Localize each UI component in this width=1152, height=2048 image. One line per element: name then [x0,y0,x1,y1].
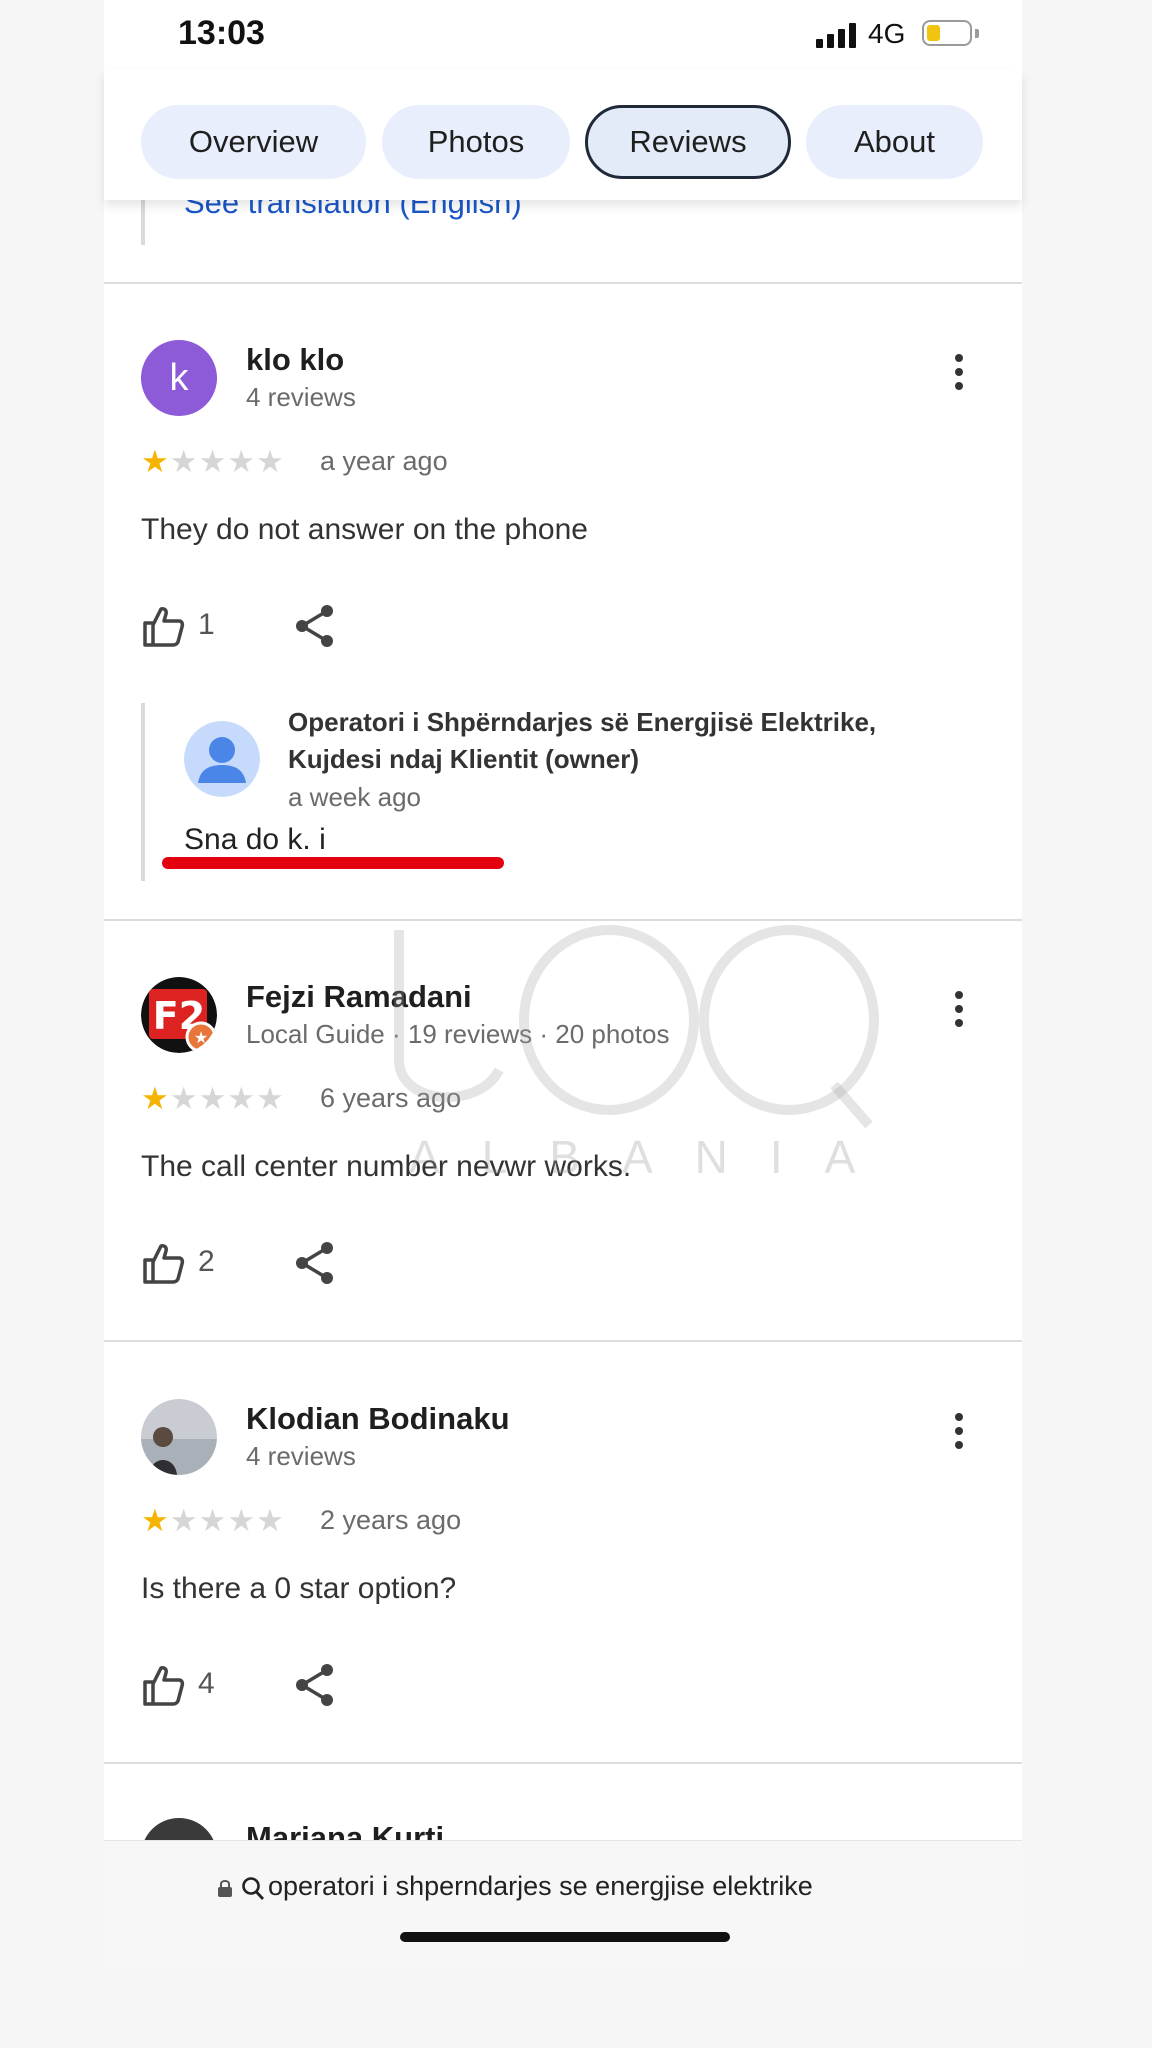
avatar[interactable] [141,1399,217,1475]
reviewer-meta: 4 reviews [246,382,356,412]
f2-logo-icon: F2 ★ [141,977,217,1053]
reviewer-name[interactable]: Fejzi Ramadani [246,979,472,1015]
thumbs-up-icon[interactable] [141,1663,185,1707]
tab-about[interactable]: About [806,105,983,179]
reviews-page: 13:03 4G Overview Photos Reviews About S… [104,0,1022,1961]
star-rating: ★★★★★ [141,1081,285,1116]
tab-photos[interactable]: Photos [382,105,570,179]
status-bar: 13:03 4G [104,0,1022,70]
more-options-icon[interactable] [944,1413,974,1463]
divider [104,1340,1022,1342]
tab-bar: Overview Photos Reviews About [104,70,1022,200]
owner-reply-age: a week ago [288,782,421,812]
owner-name-line-1: Operatori i Shpërndarjes së Energjisë El… [288,707,877,737]
review-age: a year ago [320,446,448,476]
share-icon[interactable] [294,604,336,648]
tab-reviews[interactable]: Reviews [585,105,791,179]
owner-name[interactable]: Operatori i Shpërndarjes së Energjisë El… [288,704,876,778]
battery-icon [922,20,972,46]
divider [104,919,1022,921]
owner-reply-text: Sna do k. i [184,823,326,856]
reply-quote-bar [141,703,145,881]
review-text: Is there a 0 star option? [141,1572,457,1605]
home-indicator[interactable] [400,1932,730,1942]
share-icon[interactable] [294,1241,336,1285]
more-options-icon[interactable] [944,991,974,1041]
star-rating: ★★★★★ [141,444,285,479]
browser-address-bar[interactable]: operatori i shperndarjes se energjise el… [104,1840,1022,1961]
tab-overview[interactable]: Overview [141,105,366,179]
star-rating: ★★★★★ [141,1503,285,1538]
owner-avatar[interactable] [184,721,260,797]
divider [104,1762,1022,1764]
network-type: 4G [868,18,906,49]
svg-text:★: ★ [194,1028,208,1047]
thumbs-up-icon[interactable] [141,1241,185,1285]
like-count: 2 [198,1245,215,1278]
review-age: 6 years ago [320,1083,462,1113]
profile-icon [184,721,260,797]
status-time: 13:03 [178,14,265,52]
divider [104,282,1022,284]
avatar[interactable]: k [141,340,217,416]
signal-strength-icon [816,22,860,48]
avatar[interactable]: F2 ★ [141,977,217,1053]
red-underline-annotation [162,857,504,869]
reviewer-meta: 4 reviews [246,1441,356,1471]
thumbs-up-icon[interactable] [141,604,185,648]
lock-icon [218,1880,232,1897]
owner-name-line-2: Kujdesi ndaj Klientit (owner) [288,744,640,774]
review-text: They do not answer on the phone [141,513,588,546]
reviewer-meta: Local Guide · 19 reviews · 20 photos [246,1019,670,1049]
share-icon[interactable] [294,1663,336,1707]
profile-photo [141,1399,217,1475]
search-icon [242,1877,265,1900]
review-age: 2 years ago [320,1505,462,1535]
reviewer-name[interactable]: Klodian Bodinaku [246,1401,510,1437]
like-count: 1 [198,608,215,641]
review-text: The call center number nevwr works. [141,1150,632,1183]
reviewer-name[interactable]: klo klo [246,342,344,378]
more-options-icon[interactable] [944,354,974,404]
reviewer-name[interactable]: Mariana Kurti [246,1820,444,1842]
address-text[interactable]: operatori i shperndarjes se energjise el… [268,1871,813,1902]
like-count: 4 [198,1667,215,1700]
